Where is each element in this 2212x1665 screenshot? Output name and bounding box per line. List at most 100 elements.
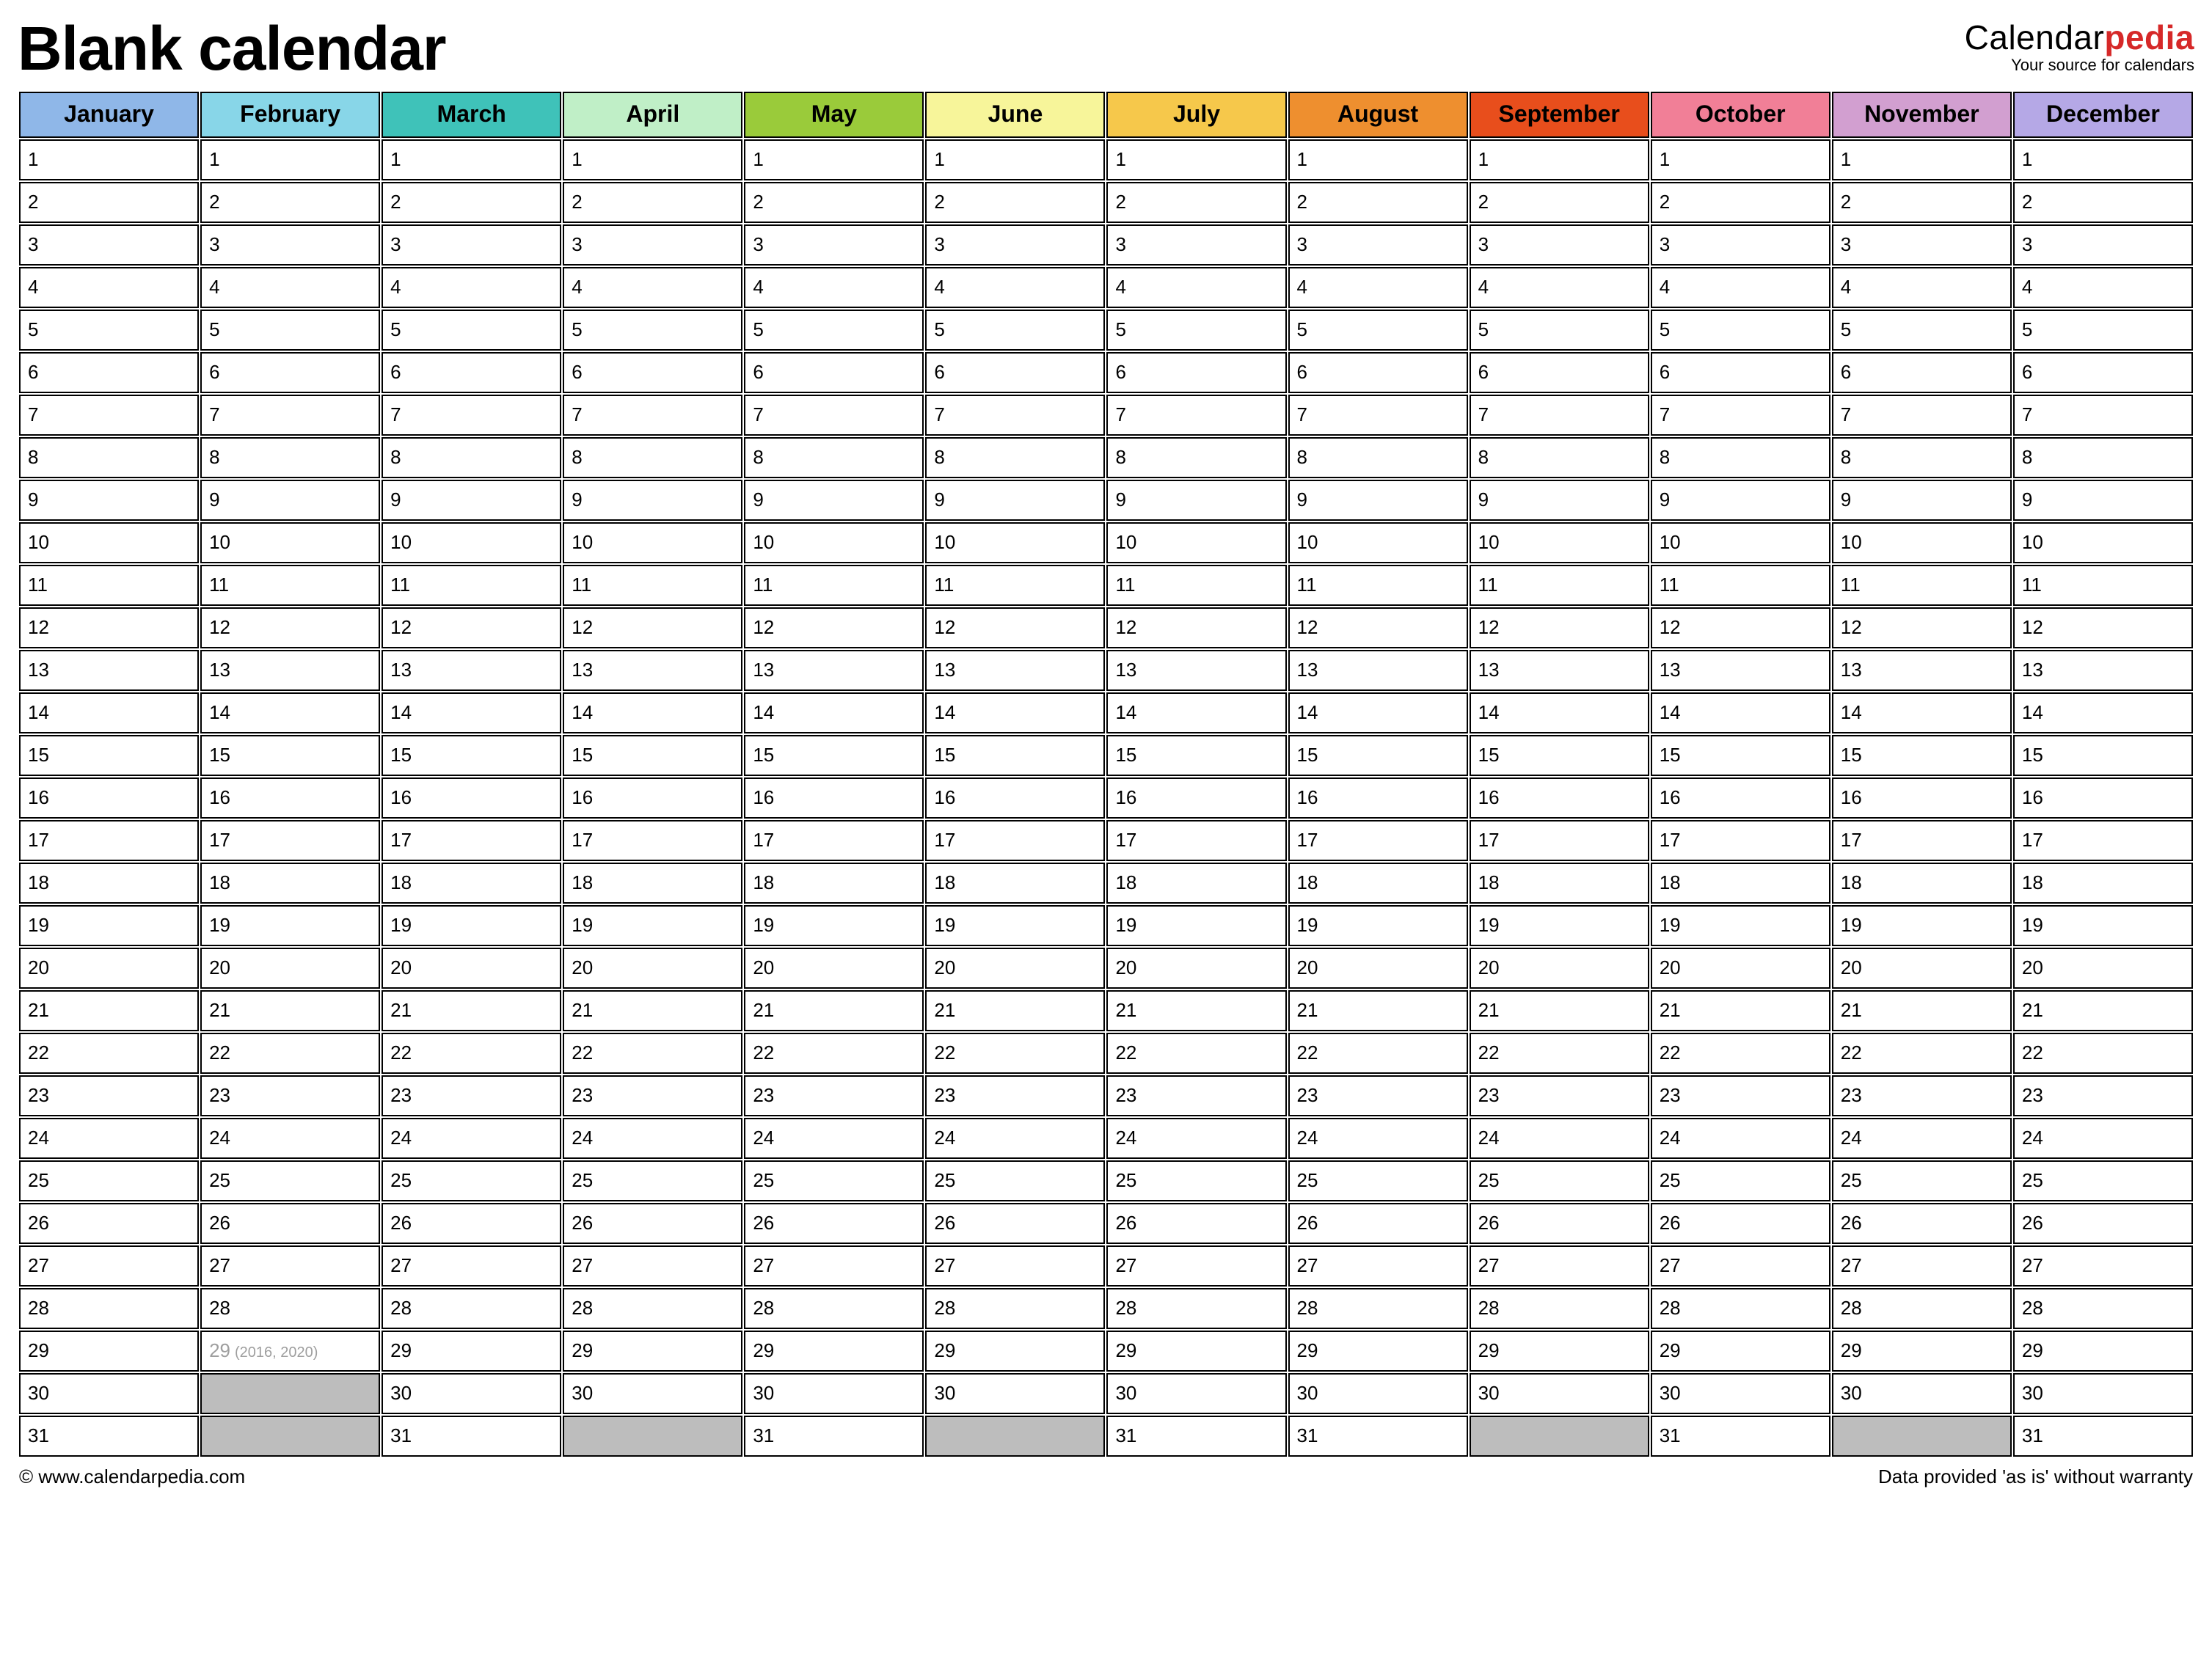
day-cell: 27 (1832, 1245, 2012, 1287)
day-cell: 2 (1832, 182, 2012, 223)
day-cell: 26 (19, 1203, 199, 1244)
day-cell: 23 (1106, 1075, 1286, 1116)
day-cell: 23 (1470, 1075, 1649, 1116)
day-cell: 25 (200, 1160, 380, 1201)
day-cell: 24 (19, 1118, 199, 1159)
day-cell: 9 (925, 480, 1105, 521)
day-cell: 15 (382, 735, 561, 776)
day-cell: 7 (1832, 395, 2012, 436)
day-cell: 31 (382, 1416, 561, 1457)
day-cell: 19 (563, 905, 742, 946)
day-cell: 4 (563, 267, 742, 308)
day-cell: 18 (2013, 863, 2193, 904)
day-cell: 22 (925, 1033, 1105, 1074)
day-cell: 18 (1651, 863, 1830, 904)
day-row: 141414141414141414141414 (19, 692, 2193, 733)
day-cell: 22 (19, 1033, 199, 1074)
day-cell: 6 (200, 352, 380, 393)
day-cell: 25 (1470, 1160, 1649, 1201)
day-cell: 18 (200, 863, 380, 904)
day-cell: 28 (1106, 1288, 1286, 1329)
day-cell: 27 (1470, 1245, 1649, 1287)
day-cell: 28 (19, 1288, 199, 1329)
day-cell: 12 (1106, 607, 1286, 648)
day-cell: 21 (19, 990, 199, 1031)
month-header-row: JanuaryFebruaryMarchAprilMayJuneJulyAugu… (19, 92, 2193, 138)
day-cell: 12 (1832, 607, 2012, 648)
day-cell: 1 (1288, 139, 1468, 180)
day-cell: 2 (744, 182, 924, 223)
day-cell: 17 (925, 820, 1105, 861)
day-cell: 5 (1470, 310, 1649, 351)
day-cell: 29 (925, 1331, 1105, 1372)
day-cell: 1 (744, 139, 924, 180)
day-cell: 19 (2013, 905, 2193, 946)
day-cell: 30 (1470, 1373, 1649, 1414)
footer-left: © www.calendarpedia.com (19, 1465, 245, 1488)
day-cell: 30 (1651, 1373, 1830, 1414)
day-cell: 28 (1651, 1288, 1830, 1329)
day-cell: 15 (1106, 735, 1286, 776)
day-cell: 1 (1832, 139, 2012, 180)
day-cell: 1 (1651, 139, 1830, 180)
day-cell: 25 (925, 1160, 1105, 1201)
day-cell: 20 (382, 948, 561, 989)
day-row: 666666666666 (19, 352, 2193, 393)
month-header: April (563, 92, 742, 138)
day-cell: 30 (563, 1373, 742, 1414)
day-cell: 13 (1651, 650, 1830, 691)
day-cell: 10 (1288, 522, 1468, 563)
day-cell: 28 (200, 1288, 380, 1329)
day-cell: 19 (1288, 905, 1468, 946)
calendar-body: 1111111111112222222222223333333333334444… (19, 139, 2193, 1457)
day-cell: 4 (1651, 267, 1830, 308)
day-cell: 6 (925, 352, 1105, 393)
day-cell: 21 (925, 990, 1105, 1031)
day-cell: 12 (2013, 607, 2193, 648)
day-row: 222222222222222222222222 (19, 1033, 2193, 1074)
day-cell: 29 (1832, 1331, 2012, 1372)
day-row: 777777777777 (19, 395, 2193, 436)
day-cell: 28 (1470, 1288, 1649, 1329)
day-cell: 14 (1832, 692, 2012, 733)
day-row: 101010101010101010101010 (19, 522, 2193, 563)
month-header: November (1832, 92, 2012, 138)
day-cell: 7 (1470, 395, 1649, 436)
day-cell: 4 (382, 267, 561, 308)
day-row: 333333333333 (19, 224, 2193, 266)
day-cell: 13 (1470, 650, 1649, 691)
day-cell: 19 (744, 905, 924, 946)
day-cell: 4 (925, 267, 1105, 308)
month-header: June (925, 92, 1105, 138)
day-cell: 14 (200, 692, 380, 733)
day-cell: 26 (2013, 1203, 2193, 1244)
day-cell: 31 (2013, 1416, 2193, 1457)
day-cell: 11 (19, 565, 199, 606)
day-cell: 25 (744, 1160, 924, 1201)
day-cell: 29 (2013, 1331, 2193, 1372)
day-cell: 29(2016, 2020) (200, 1331, 380, 1372)
day-cell: 21 (1832, 990, 2012, 1031)
day-cell: 20 (1832, 948, 2012, 989)
day-cell: 28 (744, 1288, 924, 1329)
day-cell: 15 (1288, 735, 1468, 776)
day-cell: 26 (382, 1203, 561, 1244)
day-cell: 19 (1832, 905, 2012, 946)
day-cell: 3 (2013, 224, 2193, 266)
day-cell (925, 1416, 1105, 1457)
day-cell: 25 (382, 1160, 561, 1201)
day-cell: 3 (1288, 224, 1468, 266)
day-cell: 23 (1651, 1075, 1830, 1116)
day-cell: 11 (1288, 565, 1468, 606)
day-cell: 10 (1470, 522, 1649, 563)
day-cell: 19 (1651, 905, 1830, 946)
day-cell: 14 (2013, 692, 2193, 733)
month-header: March (382, 92, 561, 138)
day-cell: 9 (1651, 480, 1830, 521)
day-cell: 5 (1288, 310, 1468, 351)
day-cell: 18 (1470, 863, 1649, 904)
day-cell: 2 (1470, 182, 1649, 223)
day-row: 31 31 31 3131 31 31 (19, 1416, 2193, 1457)
day-cell: 28 (925, 1288, 1105, 1329)
day-cell: 20 (1106, 948, 1286, 989)
